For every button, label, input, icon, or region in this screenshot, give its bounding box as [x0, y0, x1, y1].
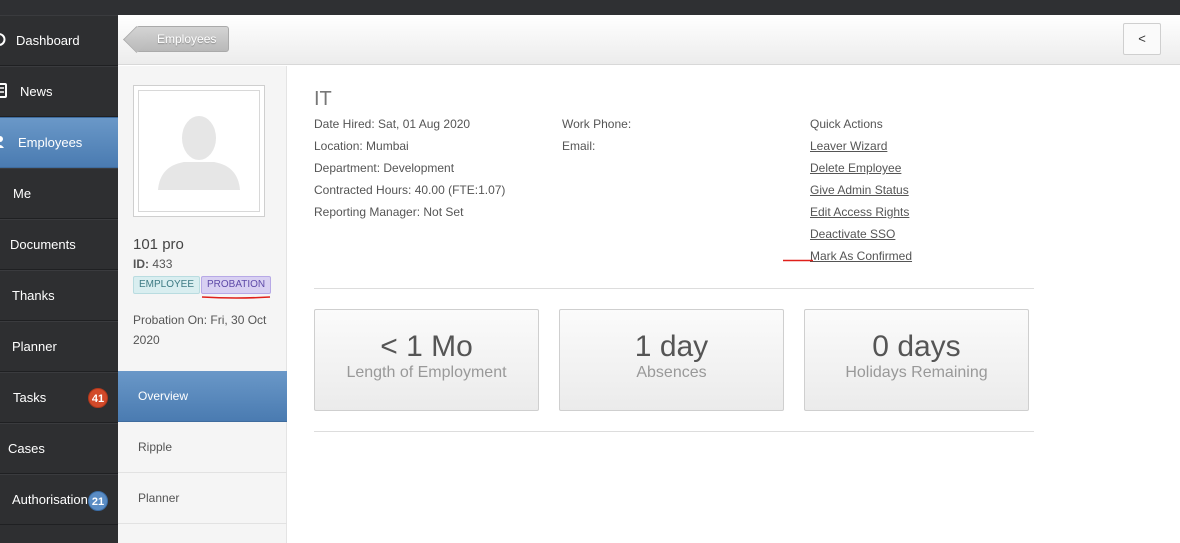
sidebar-item-label: Dashboard: [16, 33, 80, 48]
breadcrumb-label: Employees: [157, 32, 217, 46]
sidebar-item-label: Me: [13, 186, 32, 201]
stat-absences: 1 day Absences: [559, 309, 784, 411]
tasks-count-badge: 41: [88, 388, 108, 408]
sidebar-item-documents[interactable]: Documents: [0, 219, 118, 270]
page-header: Employees <: [118, 15, 1180, 65]
deactivate-sso-link[interactable]: Deactivate SSO: [810, 223, 912, 245]
stat-value: < 1 Mo: [380, 330, 473, 363]
person-silhouette-icon: [158, 116, 240, 190]
sidebar-item-tasks[interactable]: Tasks 41: [0, 372, 118, 423]
employee-id-label: ID:: [133, 257, 149, 271]
avatar-placeholder: [138, 90, 260, 212]
top-bar: [0, 0, 1180, 15]
sidebar-item-news[interactable]: News: [0, 66, 118, 117]
divider: [314, 288, 1034, 289]
give-admin-status-link[interactable]: Give Admin Status: [810, 179, 912, 201]
stat-length-of-employment: < 1 Mo Length of Employment: [314, 309, 539, 411]
email: Email:: [562, 139, 596, 153]
sidebar-item-employees[interactable]: Employees: [0, 117, 118, 168]
sidebar-item-planner[interactable]: Planner: [0, 321, 118, 372]
sidebar-item-label: Employees: [18, 135, 83, 150]
delete-employee-link[interactable]: Delete Employee: [810, 157, 912, 179]
sidebar: Dashboard News Employees Me Documents Th…: [0, 15, 118, 543]
employee-name: 101 pro: [133, 236, 184, 253]
subnav-overview[interactable]: Overview: [118, 371, 287, 422]
employee-id: ID: 433: [133, 257, 172, 271]
work-phone: Work Phone:: [562, 117, 632, 131]
edit-access-rights-link[interactable]: Edit Access Rights: [810, 201, 912, 223]
subnav-planner[interactable]: Planner: [118, 473, 287, 524]
stat-value: 0 days: [872, 330, 961, 363]
employee-id-value: 433: [152, 257, 173, 271]
profile-panel: 101 pro ID: 433 EMPLOYEE PROBATION Proba…: [118, 66, 287, 543]
probation-tag: PROBATION: [201, 276, 272, 294]
reporting-manager: Reporting Manager: Not Set: [314, 205, 464, 219]
sidebar-item-label: News: [20, 84, 53, 99]
quick-actions-heading: Quick Actions: [810, 117, 883, 131]
sidebar-item-label: Cases: [8, 441, 45, 456]
authorisations-count-badge: 21: [88, 491, 108, 511]
stat-holidays-remaining: 0 days Holidays Remaining: [804, 309, 1029, 411]
red-annotation-underline: [201, 296, 271, 299]
sidebar-item-dashboard[interactable]: Dashboard: [0, 15, 118, 66]
stat-label: Holidays Remaining: [845, 364, 988, 381]
stat-label: Length of Employment: [346, 364, 507, 381]
location: Location: Mumbai: [314, 139, 409, 153]
contracted-hours: Contracted Hours: 40.00 (FTE:1.07): [314, 183, 506, 197]
news-icon: [0, 82, 8, 99]
sidebar-item-thanks[interactable]: Thanks: [0, 270, 118, 321]
probation-date: Probation On: Fri, 30 Oct 2020: [133, 313, 267, 347]
employee-tag: EMPLOYEE: [133, 276, 201, 294]
sidebar-item-label: Documents: [10, 237, 76, 252]
department-title: IT: [314, 88, 332, 110]
red-annotation-mark: [783, 259, 813, 262]
stat-value: 1 day: [634, 330, 709, 363]
sidebar-item-authorisations[interactable]: Authorisations 21: [0, 474, 118, 525]
dashboard-icon: [0, 31, 8, 48]
divider: [314, 431, 1034, 432]
sidebar-item-me[interactable]: Me: [0, 168, 118, 219]
avatar: [133, 85, 265, 217]
contact-details: Work Phone: Email:: [562, 113, 631, 157]
sidebar-item-cases[interactable]: Cases: [0, 423, 118, 474]
person-icon: [0, 133, 10, 150]
sidebar-item-label: Planner: [12, 339, 57, 354]
department: Department: Development: [314, 161, 455, 175]
quick-actions: Quick Actions Leaver Wizard Delete Emplo…: [810, 113, 912, 267]
mark-as-confirmed-link[interactable]: Mark As Confirmed: [810, 245, 912, 267]
breadcrumb-employees[interactable]: Employees: [136, 26, 230, 52]
leaver-wizard-link[interactable]: Leaver Wizard: [810, 135, 912, 157]
employee-details: Date Hired: Sat, 01 Aug 2020 Location: M…: [314, 113, 505, 223]
sidebar-item-label: Tasks: [13, 390, 47, 405]
sidebar-item-label: Thanks: [12, 288, 55, 303]
collapse-button[interactable]: <: [1123, 23, 1161, 55]
subnav-ripple[interactable]: Ripple: [118, 422, 287, 473]
profile-subnav: Overview Ripple Planner: [118, 371, 287, 524]
date-hired: Date Hired: Sat, 01 Aug 2020: [314, 117, 471, 131]
sidebar-item-label: Authorisations: [12, 492, 95, 507]
stat-label: Absences: [636, 364, 707, 381]
